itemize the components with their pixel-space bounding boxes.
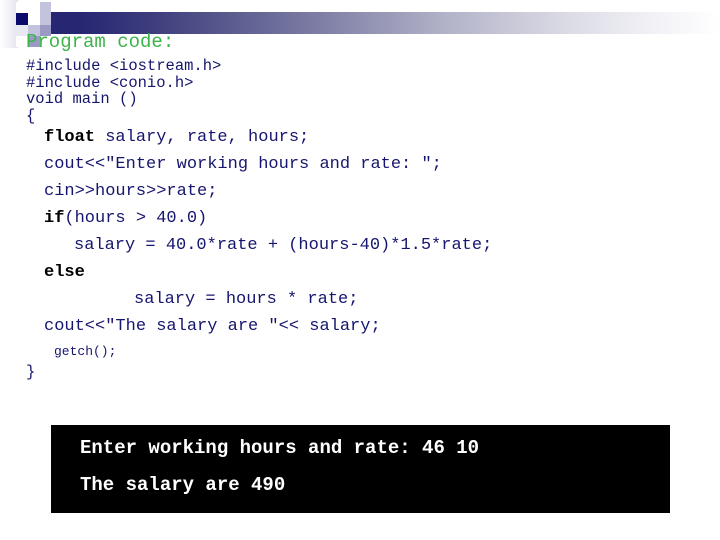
code-text: salary, rate, hours; — [95, 128, 310, 147]
code-text: cout<<"Enter working hours and rate: "; — [44, 155, 442, 174]
code-keyword: if — [44, 209, 65, 228]
program-code-block: #include <iostream.h> #include <conio.h> v… — [26, 58, 716, 381]
code-line: salary = hours * rate; — [26, 286, 716, 313]
code-keyword: float — [44, 128, 96, 147]
code-line: getch(); — [26, 340, 716, 364]
header-check-square — [28, 2, 40, 13]
code-keyword: else — [44, 263, 85, 282]
code-line: else — [26, 259, 716, 286]
header-check-square — [28, 13, 40, 25]
code-line: float salary, rate, hours; — [26, 124, 716, 151]
page-title: Program code: — [26, 31, 175, 53]
code-text: void main () — [26, 90, 138, 108]
code-text: (hours > 40.0) — [64, 209, 208, 228]
code-text: cin>>hours>>rate; — [44, 182, 218, 201]
code-text: #include <conio.h> — [26, 73, 194, 92]
code-line: void main () — [26, 91, 716, 108]
code-line: cin>>hours>>rate; — [26, 178, 716, 205]
header-check-square — [16, 2, 28, 13]
code-text: { — [26, 106, 36, 125]
code-text: salary = 40.0*rate + (hours-40)*1.5*rate… — [74, 236, 493, 255]
code-text: getch(); — [54, 344, 117, 359]
code-line: { — [26, 106, 716, 125]
code-line: cout<<"The salary are "<< salary; — [26, 313, 716, 340]
code-line: salary = 40.0*rate + (hours-40)*1.5*rate… — [26, 232, 716, 259]
code-line: cout<<"Enter working hours and rate: "; — [26, 151, 716, 178]
console-line: Enter working hours and rate: 46 10 — [80, 437, 480, 459]
console-line: The salary are 490 — [80, 474, 286, 496]
header-check-square-dark — [16, 13, 28, 25]
header-check-square — [40, 2, 51, 13]
code-line: #include <conio.h> — [26, 73, 716, 92]
console-output-window: Enter working hours and rate: 46 10 The … — [51, 425, 670, 513]
code-text: cout<<"The salary are "<< salary; — [44, 317, 381, 336]
code-line: if(hours > 40.0) — [26, 205, 716, 232]
code-text: salary = hours * rate; — [134, 290, 359, 309]
code-line: } — [26, 364, 716, 381]
header-check-square — [40, 13, 51, 25]
code-line: #include <iostream.h> — [26, 58, 716, 75]
code-text: } — [26, 363, 36, 381]
code-text: #include <iostream.h> — [26, 57, 222, 75]
